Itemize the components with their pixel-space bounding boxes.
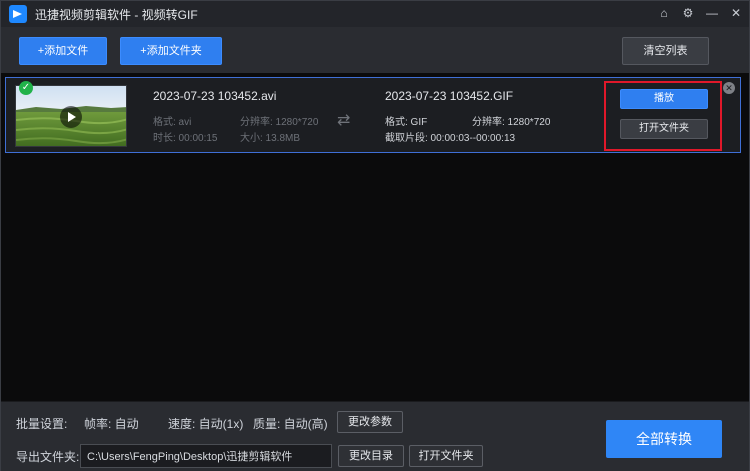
toolbar: +添加文件 +添加文件夹 清空列表	[1, 27, 749, 73]
change-directory-button[interactable]: 更改目录	[338, 445, 404, 467]
output-clip: 截取片段: 00:00:03--00:00:13	[385, 133, 516, 144]
output-format: 格式: GIF	[385, 117, 428, 128]
source-format: 格式: avi	[153, 117, 192, 128]
minimize-icon[interactable]: —	[705, 5, 719, 21]
settings-icon[interactable]: ⚙	[681, 5, 695, 21]
export-folder-label: 导出文件夹:	[16, 450, 80, 464]
list-item[interactable]: ✓ 2023-07-23 103452.avi 格式: avi 分辨率: 128…	[5, 77, 741, 153]
add-folder-button[interactable]: +添加文件夹	[120, 37, 222, 65]
add-file-button[interactable]: +添加文件	[19, 37, 107, 65]
convert-arrows-icon: ⇄	[337, 112, 351, 129]
output-resolution: 分辨率: 1280*720	[472, 117, 551, 128]
clear-list-button[interactable]: 清空列表	[622, 37, 709, 65]
change-params-button[interactable]: 更改参数	[337, 411, 403, 433]
source-duration: 时长: 00:00:15	[153, 133, 218, 144]
batch-settings-label: 批量设置:	[16, 417, 68, 431]
convert-all-button[interactable]: 全部转换	[606, 420, 722, 458]
frame-rate-value: 帧率: 自动	[84, 417, 139, 431]
title-bar: 迅捷视频剪辑软件 - 视频转GIF ⌂ ⚙ — ✕	[1, 1, 749, 27]
source-size: 大小: 13.8MB	[240, 133, 301, 144]
file-list: ✓ 2023-07-23 103452.avi 格式: avi 分辨率: 128…	[1, 73, 749, 401]
success-check-icon: ✓	[19, 81, 33, 95]
play-overlay-icon[interactable]	[60, 106, 82, 128]
close-icon[interactable]: ✕	[729, 5, 743, 21]
bottom-panel: 批量设置: 帧率: 自动 速度: 自动(1x) 质量: 自动(高) 更改参数 导…	[1, 401, 749, 471]
source-resolution: 分辨率: 1280*720	[240, 117, 319, 128]
quality-value: 质量: 自动(高)	[253, 417, 328, 431]
window-controls: ⌂ ⚙ — ✕	[657, 5, 743, 21]
app-window: 迅捷视频剪辑软件 - 视频转GIF ⌂ ⚙ — ✕ +添加文件 +添加文件夹 清…	[0, 0, 750, 471]
speed-value: 速度: 自动(1x)	[168, 417, 244, 431]
play-button[interactable]: 播放	[620, 89, 708, 109]
home-icon[interactable]: ⌂	[657, 5, 671, 21]
source-file-name: 2023-07-23 103452.avi	[153, 89, 277, 103]
export-path-input[interactable]	[80, 444, 332, 468]
open-folder-button[interactable]: 打开文件夹	[620, 119, 708, 139]
app-logo-icon	[9, 5, 27, 23]
remove-item-icon[interactable]: ✕	[723, 82, 735, 94]
video-thumbnail[interactable]	[15, 85, 127, 147]
window-title: 迅捷视频剪辑软件 - 视频转GIF	[35, 7, 198, 22]
open-export-folder-button[interactable]: 打开文件夹	[409, 445, 483, 467]
output-file-name: 2023-07-23 103452.GIF	[385, 89, 514, 103]
